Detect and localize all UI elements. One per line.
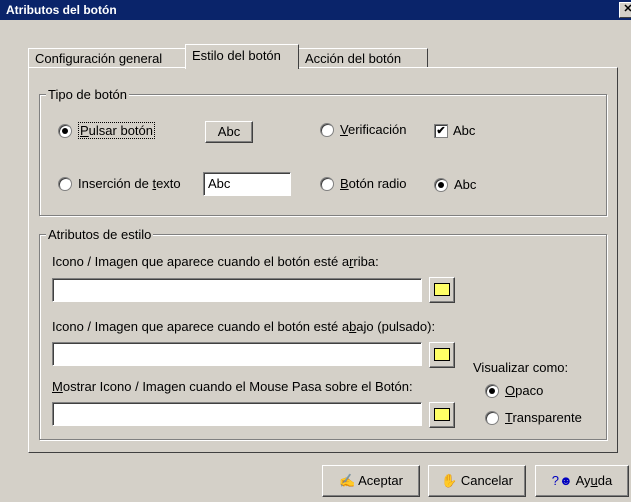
- tipo-de-boton-group: Tipo de botón Pulsar botón Abc Verificac…: [39, 87, 607, 216]
- radio-label: Inserción de texto: [78, 176, 181, 191]
- visualizar-como-label: Visualizar como:: [473, 360, 569, 375]
- radio-label: Transparente: [505, 410, 582, 425]
- radio-dot: [58, 176, 72, 191]
- abajo-browse-button[interactable]: [429, 342, 455, 368]
- radio-dot: [485, 383, 499, 398]
- atributos-de-estilo-group: Atributos de estilo Icono / Imagen que a…: [39, 227, 607, 440]
- pulsar-sample-button[interactable]: Abc: [205, 121, 253, 143]
- title-bar: Atributos del botón ✕: [0, 0, 631, 20]
- radio-label: Pulsar botón: [78, 122, 155, 139]
- radio-label: Opaco: [505, 383, 544, 398]
- radio-label: Verificación: [340, 122, 407, 137]
- radio-label: Botón radio: [340, 176, 407, 191]
- group-label: Atributos de estilo: [46, 227, 154, 242]
- radio-dot: [485, 410, 499, 425]
- radio-sample[interactable]: Abc: [434, 177, 476, 192]
- radio-opaco[interactable]: Opaco: [485, 383, 543, 398]
- tab-panel: Tipo de botón Pulsar botón Abc Verificac…: [28, 67, 618, 453]
- cancel-button[interactable]: ✋ Cancelar: [428, 465, 526, 497]
- tab-accion-del-boton[interactable]: Acción del botón: [298, 48, 428, 68]
- radio-insercion-de-texto[interactable]: Inserción de texto: [58, 176, 181, 191]
- mouse-image-input[interactable]: [52, 402, 422, 426]
- radio-dot: [320, 176, 334, 191]
- help-icon: ?☻: [551, 473, 573, 488]
- checkmark-icon: ✔: [434, 123, 448, 138]
- mouse-label: Mostrar Icono / Imagen cuando el Mouse P…: [52, 379, 413, 394]
- folder-icon: [434, 348, 450, 361]
- cancel-icon: ✋: [441, 473, 458, 488]
- radio-transparente[interactable]: Transparente: [485, 410, 582, 425]
- window-title: Atributos del botón: [6, 3, 117, 17]
- insercion-sample-input[interactable]: Abc: [203, 172, 291, 196]
- group-label: Tipo de botón: [46, 87, 130, 102]
- verificacion-sample-checkbox[interactable]: ✔ Abc: [434, 123, 475, 138]
- abajo-image-input[interactable]: [52, 342, 422, 366]
- radio-verificacion[interactable]: Verificación: [320, 122, 407, 137]
- accept-icon: ✍: [339, 473, 356, 488]
- radio-boton-radio[interactable]: Botón radio: [320, 176, 407, 191]
- close-button[interactable]: ✕: [619, 2, 631, 18]
- arriba-label: Icono / Imagen que aparece cuando el bot…: [52, 254, 379, 269]
- arriba-browse-button[interactable]: [429, 277, 455, 303]
- folder-icon: [434, 283, 450, 296]
- tab-estilo-del-boton[interactable]: Estilo del botón: [185, 44, 299, 69]
- abajo-label: Icono / Imagen que aparece cuando el bot…: [52, 319, 436, 334]
- mouse-browse-button[interactable]: [429, 402, 455, 428]
- arriba-image-input[interactable]: [52, 278, 422, 302]
- radio-dot: [434, 177, 448, 192]
- radio-dot: [58, 123, 72, 138]
- help-button[interactable]: ?☻ Ayuda: [535, 465, 629, 497]
- radio-dot: [320, 122, 334, 137]
- radio-pulsar-boton[interactable]: Pulsar botón: [58, 122, 155, 139]
- folder-icon: [434, 408, 450, 421]
- accept-button[interactable]: ✍ Aceptar: [322, 465, 420, 497]
- tab-configuracion-general[interactable]: Configuración general: [28, 48, 186, 68]
